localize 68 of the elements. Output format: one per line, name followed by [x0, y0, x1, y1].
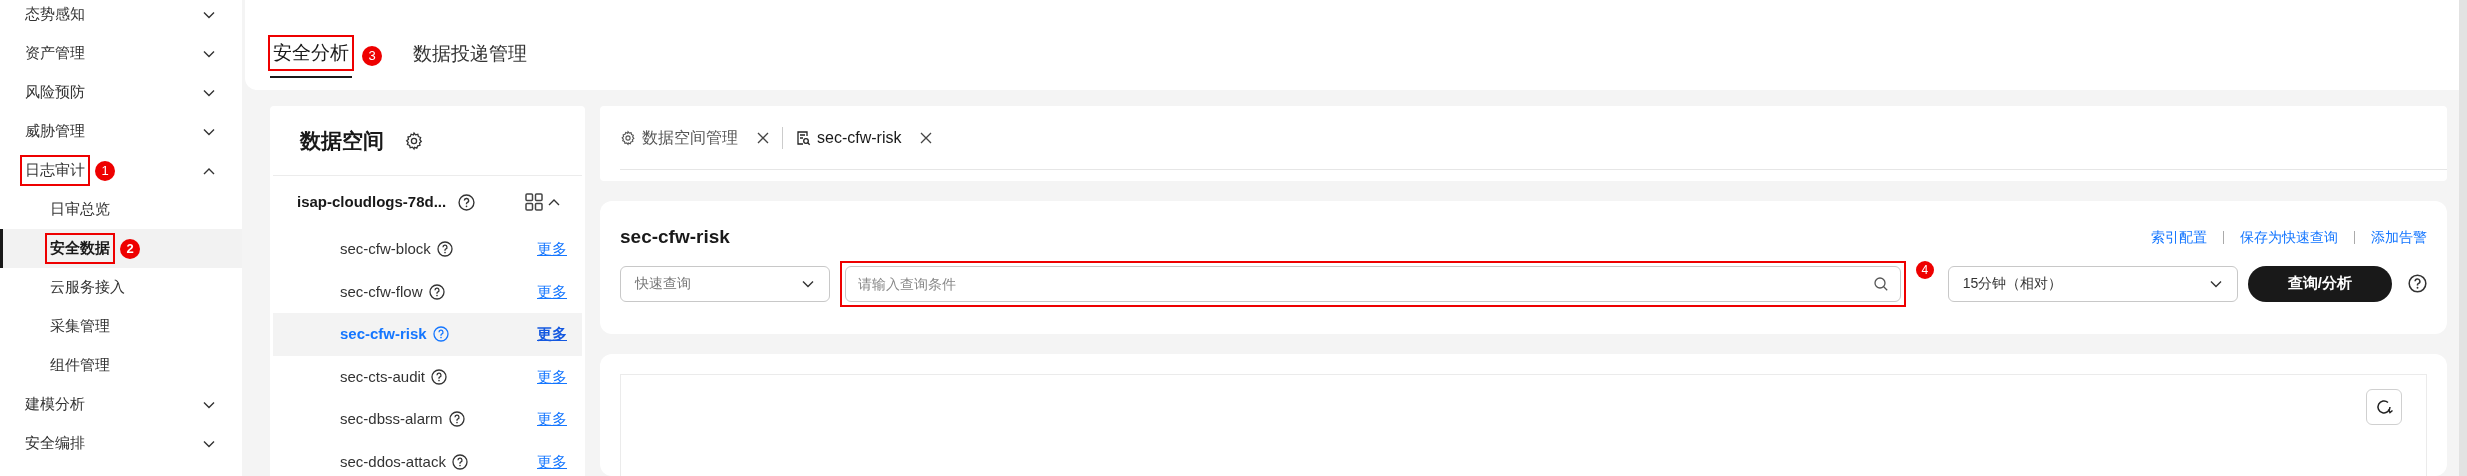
stream-item[interactable]: sec-cfw-risk 更多: [273, 313, 582, 356]
sidebar-item[interactable]: 日志审计 1: [0, 151, 242, 190]
more-link[interactable]: 更多: [537, 408, 567, 431]
sidebar-subitem[interactable]: 组件管理: [0, 346, 242, 385]
settings-icon: [620, 129, 636, 146]
help-icon[interactable]: [428, 283, 445, 300]
more-link[interactable]: 更多: [537, 280, 567, 303]
link[interactable]: 保存为快速查询: [2240, 226, 2338, 248]
document-search-icon: [795, 129, 811, 146]
more-link[interactable]: 更多: [537, 238, 567, 261]
highlight-frame: 安全分析: [268, 34, 354, 72]
sidebar-item[interactable]: 资产管理: [0, 34, 242, 73]
step-marker: 3: [362, 46, 382, 66]
close-icon[interactable]: [756, 130, 770, 145]
panel-title: 数据空间: [300, 127, 384, 154]
quick-query-select[interactable]: 快速查询: [620, 265, 830, 302]
sidebar-item[interactable]: 威胁管理: [0, 112, 242, 151]
stream-item[interactable]: sec-cfw-block 更多: [273, 228, 582, 271]
more-link[interactable]: 更多: [537, 323, 567, 346]
link[interactable]: 索引配置: [2151, 226, 2207, 248]
help-icon[interactable]: [448, 411, 465, 428]
settings-icon[interactable]: [404, 130, 424, 151]
stream-name: sec-cfw-flow: [340, 281, 423, 302]
more-link[interactable]: 更多: [537, 365, 567, 388]
stream-item[interactable]: sec-cfw-flow 更多: [273, 270, 582, 313]
time-range-select[interactable]: 15分钟（相对）: [1947, 265, 2238, 302]
help-icon[interactable]: [2408, 274, 2427, 293]
highlight-frame: 安全数据: [45, 233, 115, 264]
scrollbar[interactable]: [2459, 0, 2467, 476]
highlight-frame: 日志审计: [20, 155, 90, 186]
search-icon[interactable]: [1872, 275, 1889, 292]
refresh-icon: [2374, 397, 2394, 417]
stream-name: sec-cts-audit: [340, 366, 426, 387]
more-link[interactable]: 更多: [537, 450, 567, 473]
step-marker: 1: [95, 160, 115, 181]
help-icon[interactable]: [436, 241, 453, 258]
tab[interactable]: sec-cfw-risk: [795, 125, 934, 150]
query-button[interactable]: 查询/分析: [2247, 265, 2392, 302]
help-icon[interactable]: [431, 368, 448, 385]
refresh-button[interactable]: [2366, 389, 2402, 425]
sidebar-subitem[interactable]: 日审总览: [0, 190, 242, 229]
step-marker: 4: [1915, 260, 1934, 279]
link[interactable]: 添加告警: [2371, 226, 2427, 248]
search-field[interactable]: 请输入查询条件: [845, 265, 1901, 302]
sidebar-item[interactable]: 风险预防: [0, 73, 242, 112]
query-title: sec-cfw-risk: [620, 225, 730, 249]
tab[interactable]: 数据投递管理: [410, 34, 530, 78]
help-icon[interactable]: [458, 193, 476, 211]
step-marker: 2: [120, 238, 140, 259]
close-icon[interactable]: [919, 130, 934, 145]
stream-item[interactable]: sec-dbss-alarm 更多: [273, 398, 582, 441]
sidebar-item[interactable]: 建模分析: [0, 385, 242, 424]
tab[interactable]: 数据空间管理: [620, 125, 770, 150]
tab[interactable]: 安全分析: [270, 34, 352, 78]
help-icon[interactable]: [451, 453, 468, 470]
group-name: isap-cloudlogs-78d...: [297, 191, 447, 212]
stream-item[interactable]: sec-cts-audit 更多: [273, 355, 582, 398]
sidebar-item[interactable]: 安全编排: [0, 424, 242, 463]
stream-name: sec-ddos-attack: [340, 451, 446, 472]
sidebar-subitem[interactable]: 安全数据 2: [0, 229, 242, 268]
sidebar-subitem[interactable]: 云服务接入: [0, 268, 242, 307]
sidebar-item[interactable]: 态势感知: [0, 0, 242, 34]
stream-item[interactable]: sec-ddos-attack 更多: [273, 440, 582, 476]
sidebar-subitem[interactable]: 采集管理: [0, 307, 242, 346]
stream-name: sec-cfw-block: [340, 239, 431, 259]
stream-name: sec-dbss-alarm: [340, 409, 443, 429]
stream-name: sec-cfw-risk: [340, 324, 427, 344]
grid-icon[interactable]: [525, 193, 543, 211]
